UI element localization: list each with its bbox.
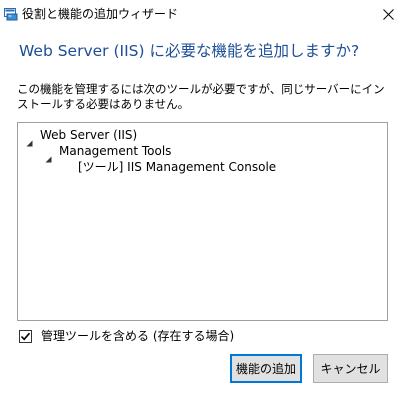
add-roles-features-dialog: 役割と機能の追加ウィザード Web Server (IIS) に必要な機能を追加… [0, 0, 408, 403]
close-icon [382, 5, 394, 24]
include-tools-checkbox[interactable] [19, 330, 32, 343]
title-bar: 役割と機能の追加ウィザード [0, 0, 408, 30]
dialog-description: この機能を管理するには次のツールが必要ですが、同じサーバーにインストールする必要… [17, 82, 385, 111]
server-manager-icon [4, 6, 18, 21]
dialog-heading: Web Server (IIS) に必要な機能を追加しますか? [19, 42, 360, 60]
tree-node-management-tools: Management Tools [59, 144, 172, 158]
checkmark-icon [20, 332, 31, 341]
tree-node-iis-console: [ツール] IIS Management Console [78, 160, 277, 174]
cancel-button[interactable]: キャンセル [313, 354, 388, 383]
include-tools-label[interactable]: 管理ツールを含める (存在する場合) [41, 328, 234, 344]
tree-node-web-server: Web Server (IIS) [40, 128, 138, 142]
window-title: 役割と機能の追加ウィザード [22, 7, 179, 21]
add-features-button[interactable]: 機能の追加 [230, 354, 302, 383]
feature-tree[interactable]: Web Server (IIS) Management Tools [ツール] … [17, 122, 388, 321]
close-button[interactable] [368, 0, 408, 28]
